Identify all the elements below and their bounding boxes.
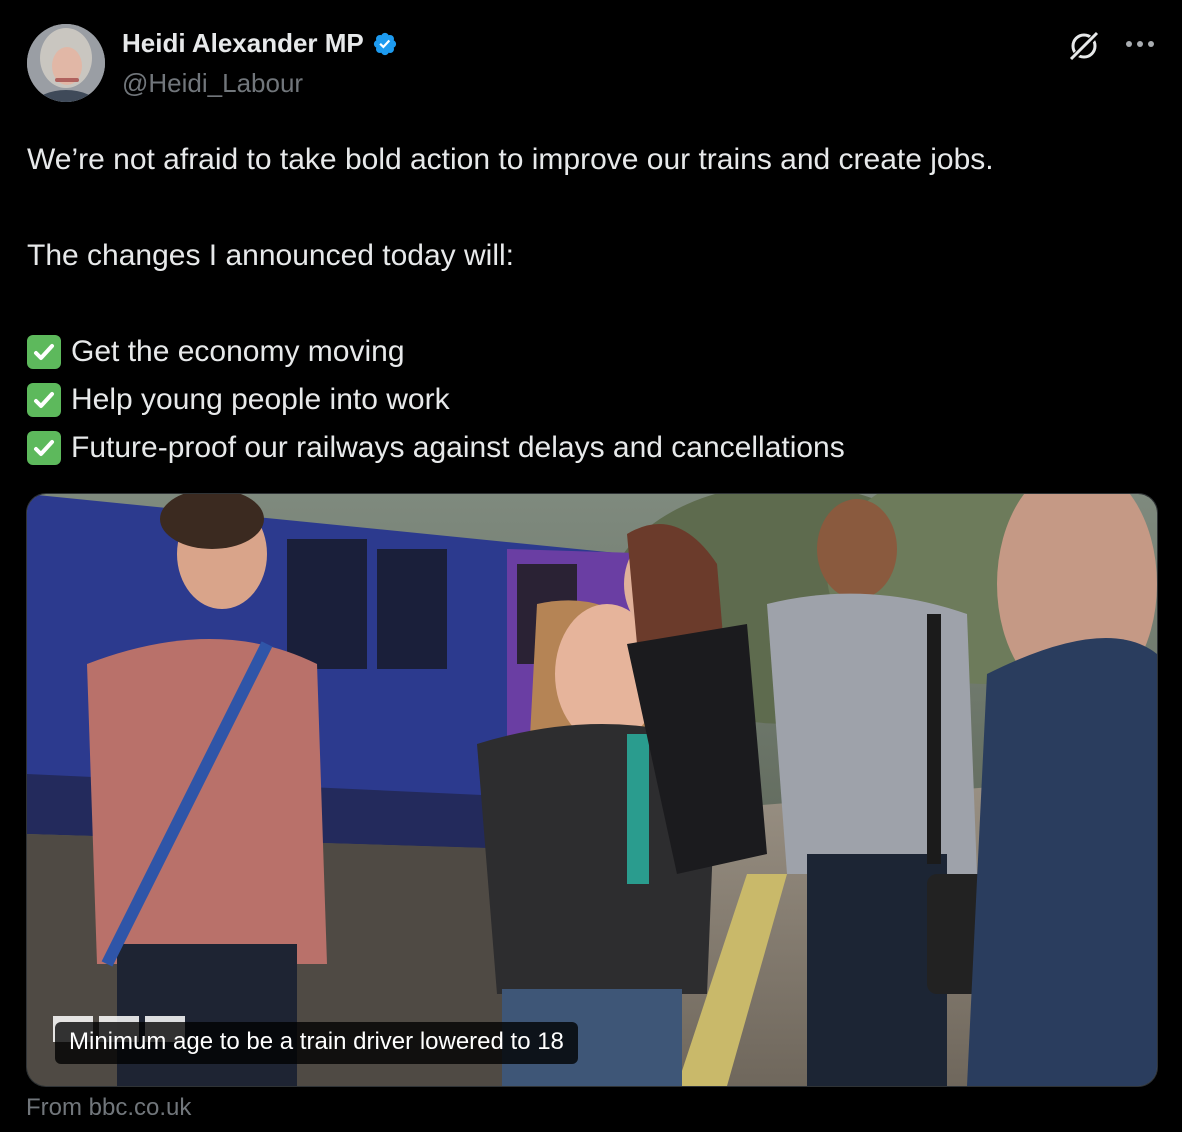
grok-icon [1069, 31, 1100, 62]
bullet-text: Get the economy moving [71, 335, 405, 368]
list-item: Get the economy moving [27, 328, 1167, 376]
check-mark-icon [27, 383, 61, 417]
bullet-text: Help young people into work [71, 383, 450, 416]
tweet-line: The changes I announced today will: [27, 239, 514, 272]
author-name[interactable]: Heidi Alexander MP [122, 28, 364, 59]
check-mark-icon [27, 431, 61, 465]
tweet-text: We’re not afraid to take bold action to … [27, 136, 1167, 472]
author-avatar[interactable] [27, 24, 105, 102]
list-item: Future-proof our railways against delays… [27, 424, 1167, 472]
grok-button[interactable] [1066, 28, 1102, 64]
author-handle[interactable]: @Heidi_Labour [122, 68, 303, 99]
verified-badge-icon [373, 32, 396, 55]
check-mark-icon [27, 335, 61, 369]
tweet-line: We’re not afraid to take bold action to … [27, 143, 994, 176]
more-options-button[interactable] [1122, 30, 1158, 58]
more-dots-icon [1126, 41, 1154, 47]
list-item: Help young people into work [27, 376, 1167, 424]
bullet-text: Future-proof our railways against delays… [71, 431, 845, 464]
card-photo [27, 494, 1157, 1086]
author-name-row[interactable]: Heidi Alexander MP [122, 28, 398, 59]
link-card[interactable]: Minimum age to be a train driver lowered… [26, 493, 1158, 1087]
card-source[interactable]: From bbc.co.uk [26, 1094, 191, 1122]
card-title[interactable]: Minimum age to be a train driver lowered… [55, 1022, 578, 1064]
